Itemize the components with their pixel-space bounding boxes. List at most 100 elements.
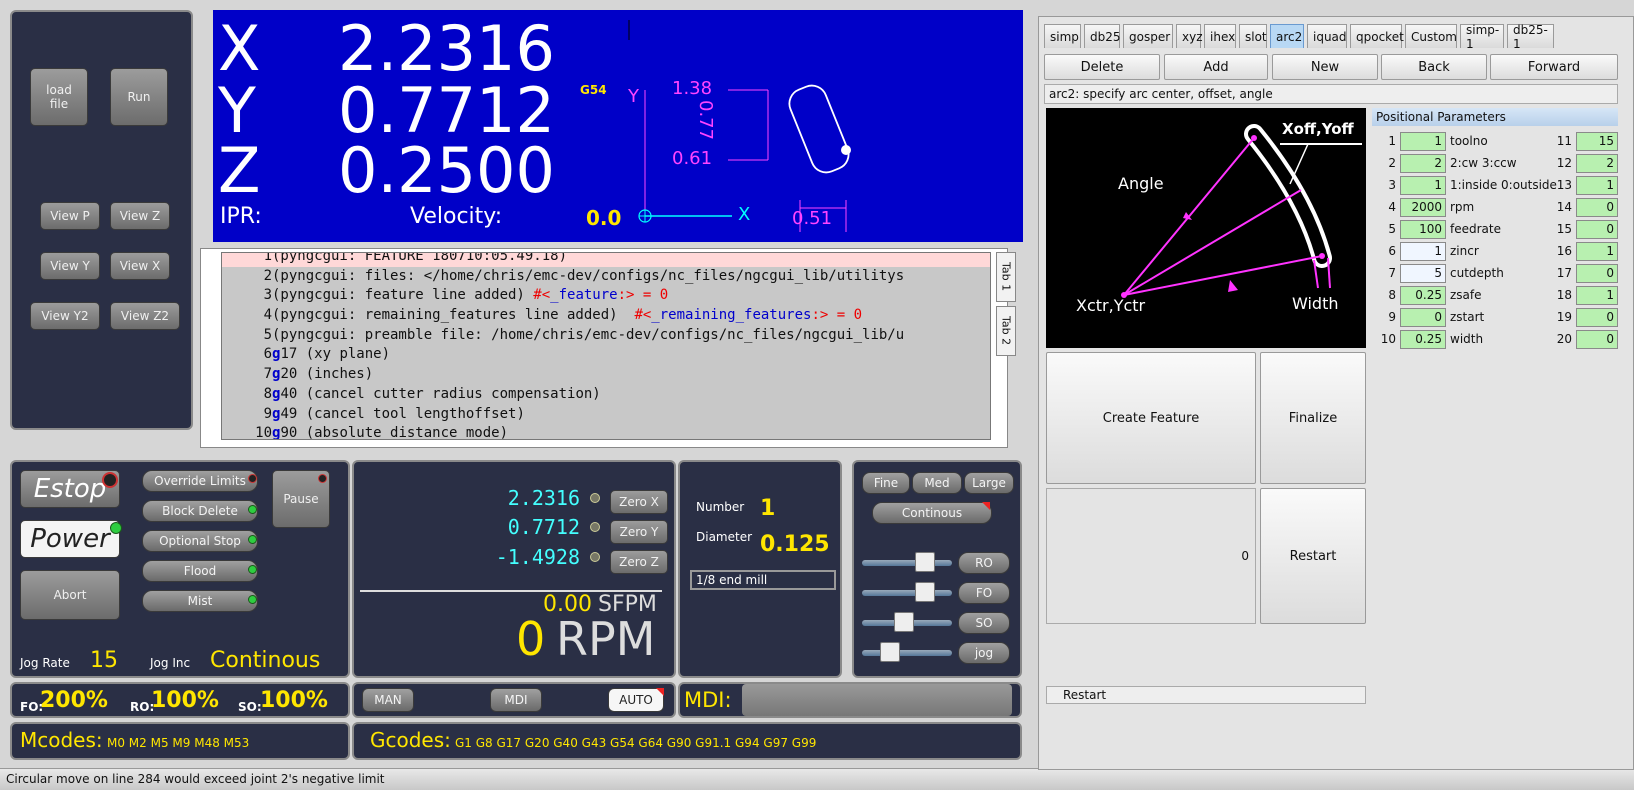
velocity-value: 0.0 <box>586 206 622 230</box>
jog-slider-handle[interactable] <box>879 642 900 662</box>
fo-slider-handle[interactable] <box>914 582 935 602</box>
ngcgui-tab-ihex[interactable]: ihex <box>1204 24 1236 48</box>
jog-button[interactable]: jog <box>958 642 1010 664</box>
optional-stop-button[interactable]: Optional Stop <box>142 530 258 552</box>
ngcgui-tab-xyz[interactable]: xyz <box>1176 24 1203 48</box>
param-value-input[interactable]: 0 <box>1400 308 1446 327</box>
man-mode-button[interactable]: MAN <box>362 688 414 712</box>
param-value-input[interactable]: 1 <box>1400 132 1446 151</box>
param-value-input[interactable]: 0 <box>1576 308 1618 327</box>
restart-bar[interactable]: Restart <box>1046 686 1366 704</box>
param-value-input[interactable]: 1 <box>1576 286 1618 305</box>
forward-button[interactable]: Forward <box>1490 54 1618 80</box>
zero-z-button[interactable]: Zero Z <box>610 550 668 574</box>
view-x-button[interactable]: View X <box>110 252 170 280</box>
ro-button[interactable]: RO <box>958 552 1010 574</box>
ngcgui-tab-gosper[interactable]: gosper <box>1123 24 1173 48</box>
tab-2[interactable]: Tab 2 <box>996 306 1016 356</box>
rel-x-value: 2.2316 <box>507 486 580 510</box>
ngcgui-tab-arc2[interactable]: arc2 <box>1270 24 1304 48</box>
param-value-input[interactable]: 0.25 <box>1400 286 1446 305</box>
mist-button[interactable]: Mist <box>142 590 258 612</box>
gcode-view[interactable]: 1(pyngcgui: FEATURE 180710:05.49.18) 2(p… <box>221 252 991 440</box>
restart-button[interactable]: Restart <box>1260 488 1366 624</box>
tool-number-label: Number <box>696 500 745 514</box>
param-value-input[interactable]: 0 <box>1576 264 1618 283</box>
param-value-input[interactable]: 1 <box>1400 242 1446 261</box>
view-z2-button[interactable]: View Z2 <box>110 302 180 330</box>
view-y2-button[interactable]: View Y2 <box>30 302 100 330</box>
param-value-input[interactable]: 0 <box>1576 220 1618 239</box>
override-limits-button[interactable]: Override Limits <box>142 470 258 492</box>
param-value-input[interactable]: 100 <box>1400 220 1446 239</box>
param-value-input[interactable]: 5 <box>1400 264 1446 283</box>
jog-slider[interactable] <box>862 642 952 662</box>
param-value-input[interactable]: 2000 <box>1400 198 1446 217</box>
ngcgui-tab-iquad[interactable]: iquad <box>1307 24 1347 48</box>
run-button[interactable]: Run <box>110 68 168 126</box>
tab-1[interactable]: Tab 1 <box>996 252 1016 302</box>
ngcgui-tab-db25[interactable]: db25 <box>1084 24 1121 48</box>
view-y-button[interactable]: View Y <box>40 252 100 280</box>
fo-button[interactable]: FO <box>958 582 1010 604</box>
delete-button[interactable]: Delete <box>1044 54 1160 80</box>
so-button[interactable]: SO <box>958 612 1010 634</box>
finalize-button[interactable]: Finalize <box>1260 352 1366 484</box>
zero-y-button[interactable]: Zero Y <box>610 520 668 544</box>
new-button[interactable]: New <box>1272 54 1378 80</box>
param-name: zsafe <box>1450 288 1482 302</box>
preview-dim-3: 0.61 <box>672 148 713 169</box>
param-value-input[interactable]: 2 <box>1576 154 1618 173</box>
param-value-input[interactable]: 0 <box>1576 330 1618 349</box>
param-name: zincr <box>1450 244 1479 258</box>
param-value-input[interactable]: 0 <box>1576 198 1618 217</box>
ngcgui-tab-simp-1[interactable]: simp-1 <box>1460 23 1504 51</box>
fo-value: 200% <box>40 688 108 713</box>
jog-large-button[interactable]: Large <box>964 472 1014 494</box>
param-value-input[interactable]: 1 <box>1576 242 1618 261</box>
ro-slider-handle[interactable] <box>914 552 935 572</box>
mdi-label: MDI: <box>684 688 732 712</box>
param-value-input[interactable]: 0.25 <box>1400 330 1446 349</box>
param-value-input[interactable]: 1 <box>1400 176 1446 195</box>
load-file-button[interactable]: load file <box>30 68 88 126</box>
feature-counter: 0 <box>1046 488 1256 624</box>
ngcgui-tab-Custom[interactable]: Custom <box>1405 24 1457 48</box>
so-slider[interactable] <box>862 612 952 632</box>
abort-button[interactable]: Abort <box>20 570 120 620</box>
preview-dim-2: 0.77 <box>695 100 716 141</box>
jog-continous-button[interactable]: Continous <box>872 502 992 524</box>
power-button[interactable]: Power <box>20 520 120 558</box>
param-name: rpm <box>1450 200 1475 214</box>
block-delete-button[interactable]: Block Delete <box>142 500 258 522</box>
param-name: cutdepth <box>1450 266 1504 280</box>
zero-x-button[interactable]: Zero X <box>610 490 668 514</box>
param-value-input[interactable]: 15 <box>1576 132 1618 151</box>
fo-slider[interactable] <box>862 582 952 602</box>
dro-y-label: Y <box>218 74 256 147</box>
param-number: 19 <box>1556 310 1572 324</box>
ngcgui-tab-simp[interactable]: simp <box>1044 24 1081 48</box>
add-button[interactable]: Add <box>1164 54 1268 80</box>
so-slider-handle[interactable] <box>893 612 914 632</box>
override-limits-indicator <box>248 474 257 483</box>
create-feature-button[interactable]: Create Feature <box>1046 352 1256 484</box>
mdi-input[interactable] <box>742 684 1012 716</box>
param-value-input[interactable]: 1 <box>1576 176 1618 195</box>
ro-slider[interactable] <box>862 552 952 572</box>
back-button[interactable]: Back <box>1381 54 1487 80</box>
ngcgui-tab-db25-1[interactable]: db25-1 <box>1507 23 1554 51</box>
view-p-button[interactable]: View P <box>40 202 100 230</box>
jog-fine-button[interactable]: Fine <box>862 472 910 494</box>
view-z-button[interactable]: View Z <box>110 202 170 230</box>
flood-button[interactable]: Flood <box>142 560 258 582</box>
estop-indicator <box>102 472 118 488</box>
param-number: 5 <box>1388 222 1396 236</box>
ngcgui-tab-slot[interactable]: slot <box>1239 24 1267 48</box>
param-number: 16 <box>1556 244 1572 258</box>
ngcgui-tab-qpocket[interactable]: qpocket <box>1350 24 1404 48</box>
param-value-input[interactable]: 2 <box>1400 154 1446 173</box>
mdi-mode-button[interactable]: MDI <box>490 688 542 712</box>
jog-med-button[interactable]: Med <box>912 472 962 494</box>
auto-mode-flag <box>656 688 664 696</box>
